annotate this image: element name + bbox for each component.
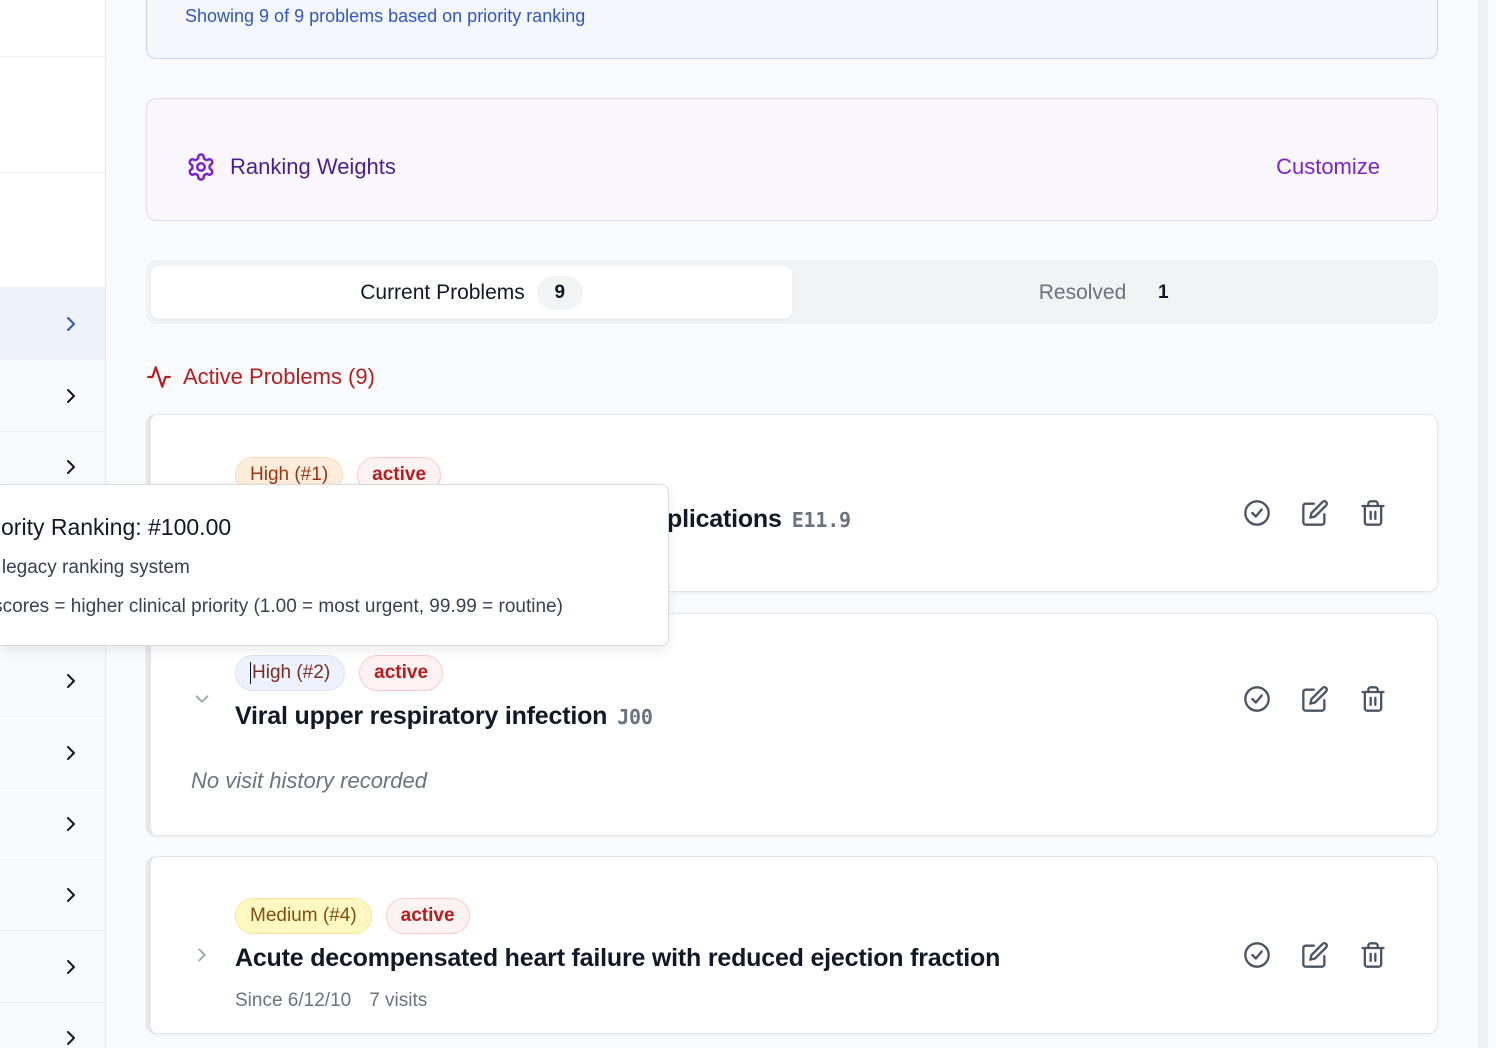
chevron-right-icon xyxy=(67,959,75,974)
sidebar-item[interactable] xyxy=(0,1003,105,1048)
tab-current-problems[interactable]: Current Problems 9 xyxy=(151,266,792,319)
sidebar-item[interactable] xyxy=(0,717,105,789)
problem-card[interactable]: Medium (#4) active Acute decompensated h… xyxy=(146,856,1438,1034)
status-badge: active xyxy=(385,898,470,934)
ranking-info-banner: Showing 9 of 9 problems based on priorit… xyxy=(146,0,1438,59)
problem-card[interactable]: High (#2) active Viral upper respiratory… xyxy=(146,613,1438,836)
visit-history-empty: No visit history recorded xyxy=(191,768,427,793)
chevron-right-icon xyxy=(67,388,75,403)
count-badge: 9 xyxy=(536,275,583,310)
chevron-right-icon xyxy=(67,316,75,331)
problem-title: Acute decompensated heart failure with r… xyxy=(235,944,1001,972)
status-badge: active xyxy=(359,655,444,691)
sidebar-item[interactable] xyxy=(0,360,105,432)
scrollbar[interactable] xyxy=(1478,0,1488,1048)
ranking-info-text: Showing 9 of 9 problems based on priorit… xyxy=(185,6,586,26)
tab-resolved[interactable]: Resolved 1 xyxy=(792,266,1433,319)
sidebar-item[interactable] xyxy=(0,789,105,860)
badge-group: Medium (#4) active xyxy=(235,898,470,934)
priority-badge-text: High (#2) xyxy=(252,662,331,683)
chevron-right-icon[interactable] xyxy=(191,944,213,966)
chevron-right-icon xyxy=(67,745,75,760)
sidebar-item[interactable] xyxy=(0,173,105,288)
icd-code: J00 xyxy=(617,705,653,729)
chevron-right-icon xyxy=(67,1030,75,1045)
tab-label: Resolved xyxy=(1038,280,1127,304)
customize-button[interactable]: Customize xyxy=(1276,154,1380,180)
tooltip-line: er scores = higher clinical priority (1.… xyxy=(0,596,563,617)
ranking-weights-title: Ranking Weights xyxy=(230,154,396,179)
visit-count: 7 visits xyxy=(369,990,428,1011)
chevron-down-icon[interactable] xyxy=(191,688,213,710)
active-problems-header: Active Problems (9) xyxy=(146,364,375,390)
edit-icon[interactable] xyxy=(1301,499,1329,527)
sidebar-item[interactable] xyxy=(0,645,105,717)
gear-icon xyxy=(188,153,214,181)
since-date: Since 6/12/10 xyxy=(235,990,352,1011)
ranking-weights-panel[interactable]: Ranking Weights Customize xyxy=(146,98,1438,221)
activity-icon xyxy=(147,366,171,388)
chevron-right-icon xyxy=(67,460,75,474)
problem-title: Viral upper respiratory infection J00 xyxy=(235,702,653,731)
edit-icon[interactable] xyxy=(1301,685,1329,713)
chevron-right-icon xyxy=(67,888,75,902)
delete-icon[interactable] xyxy=(1359,685,1387,713)
problem-tabs: Current Problems 9 Resolved 1 xyxy=(146,260,1438,324)
delete-icon[interactable] xyxy=(1359,941,1387,969)
tooltip-title: ical Priority Ranking: #100.00 xyxy=(0,514,232,540)
sidebar-item[interactable] xyxy=(0,0,105,57)
chevron-right-icon xyxy=(67,673,75,688)
sidebar-item[interactable] xyxy=(0,57,105,173)
resolve-check-icon[interactable] xyxy=(1243,685,1271,713)
chevron-right-icon xyxy=(67,817,75,831)
problem-title-text: plications xyxy=(667,505,782,533)
sidebar-item-selected[interactable] xyxy=(0,288,105,360)
priority-badge: High (#2) xyxy=(235,655,346,691)
text-cursor xyxy=(250,662,251,684)
problem-title: plications E11.9 xyxy=(667,505,851,534)
card-actions xyxy=(1243,685,1387,713)
section-title: Active Problems (9) xyxy=(183,364,375,389)
priority-ranking-tooltip: ical Priority Ranking: #100.00 g legacy … xyxy=(0,484,669,646)
sidebar-item[interactable] xyxy=(0,931,105,1003)
problem-meta: Since 6/12/10 7 visits xyxy=(235,990,427,1012)
resolve-check-icon[interactable] xyxy=(1243,941,1271,969)
icd-code: E11.9 xyxy=(791,508,851,532)
badge-group: High (#2) active xyxy=(235,655,444,691)
delete-icon[interactable] xyxy=(1359,499,1387,527)
priority-badge: Medium (#4) xyxy=(235,898,372,934)
resolve-check-icon[interactable] xyxy=(1243,499,1271,527)
tab-label: Current Problems xyxy=(360,280,525,304)
edit-icon[interactable] xyxy=(1301,941,1329,969)
card-actions xyxy=(1243,941,1387,969)
problem-title-text: Viral upper respiratory infection xyxy=(235,702,608,730)
card-actions xyxy=(1243,499,1387,527)
tooltip-line: g legacy ranking system xyxy=(0,557,190,578)
sidebar-item[interactable] xyxy=(0,860,105,931)
count-badge: 1 xyxy=(1157,281,1169,303)
